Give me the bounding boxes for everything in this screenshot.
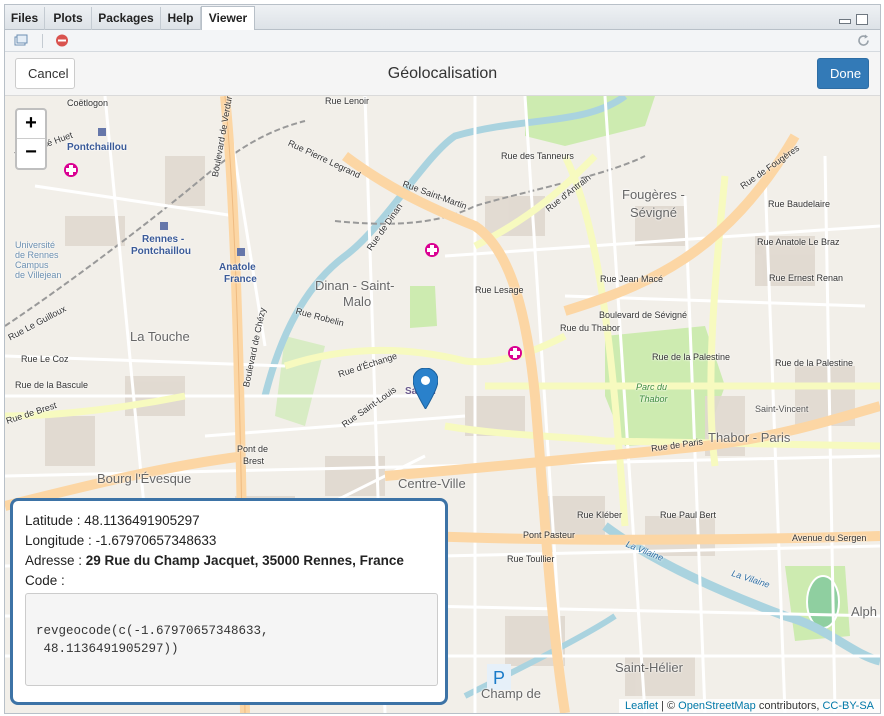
map-label: Université de Rennes Campus de Villejean: [15, 240, 62, 280]
map-label: Rue de la Bascule: [15, 380, 89, 390]
tab-viewer[interactable]: Viewer: [201, 6, 255, 31]
viewer-toolbar: [5, 30, 880, 52]
map-label: La Touche: [130, 329, 190, 344]
maximize-pane-icon[interactable]: [856, 14, 868, 25]
longitude-label: Longitude :: [25, 533, 96, 548]
map-label: Rue Anatole Le Braz: [757, 237, 840, 247]
done-button[interactable]: Done: [817, 58, 869, 89]
map-label: Bourg l'Évesque: [97, 471, 192, 486]
zoom-in-button[interactable]: +: [17, 110, 45, 139]
map-label: Centre-Ville: [398, 476, 466, 491]
map-label: Saint-Vincent: [755, 404, 809, 414]
map-label: Fougères -: [622, 187, 685, 202]
location-marker-icon[interactable]: [413, 368, 438, 409]
leaflet-link[interactable]: Leaflet: [625, 700, 658, 712]
map-label: Avenue du Sergen: [792, 533, 867, 543]
map-label: Malo: [343, 294, 372, 309]
minimize-pane-icon[interactable]: [839, 19, 851, 24]
license-link[interactable]: CC-BY-SA: [822, 700, 874, 712]
map-label: Rue des Tanneurs: [501, 151, 574, 161]
page-title: Géolocalisation: [387, 65, 498, 82]
stop-icon[interactable]: [55, 34, 69, 47]
map-label: Parc du: [636, 382, 668, 392]
tab-files[interactable]: Files: [5, 7, 45, 30]
map-label: Rue Le Coz: [21, 354, 69, 364]
map-label: Sévigné: [630, 205, 677, 220]
map-label: Dinan - Saint-: [315, 278, 395, 293]
zoom-out-button[interactable]: −: [17, 139, 45, 168]
map-label: Pont Pasteur: [523, 530, 576, 540]
longitude-value: -1.67970657348633: [95, 533, 217, 548]
map-attribution: Leaflet | © OpenStreetMap contributors, …: [618, 699, 880, 713]
attribution-contributors: contributors,: [755, 700, 823, 712]
latitude-row: Latitude : 48.1136491905297: [25, 511, 433, 531]
gadget-title-bar: Géolocalisation Cancel Done: [5, 52, 880, 96]
address-value: 29 Rue du Champ Jacquet, 35000 Rennes, F…: [85, 553, 404, 568]
map-label: Thabor - Paris: [708, 430, 791, 445]
map-label: Rennes -: [142, 234, 185, 245]
map-label: Pontchaillou: [131, 246, 191, 257]
map-label: Thabor: [639, 394, 668, 404]
location-popup: Latitude : 48.1136491905297 Longitude : …: [10, 498, 448, 705]
toolbar-separator: [42, 34, 43, 48]
map-label: Pontchaillou: [67, 142, 127, 153]
map-label: Rue Lenoir: [325, 96, 370, 106]
leaflet-map[interactable]: P Coëtlogon Pontchaillou Rennes - Pontch…: [5, 96, 880, 713]
map-label: Coëtlogon: [67, 98, 109, 108]
tab-help[interactable]: Help: [161, 7, 201, 30]
map-label: Rue Paul Bert: [660, 510, 717, 520]
code-label: Code :: [25, 573, 65, 588]
map-label: Rue Lesage: [475, 285, 524, 295]
address-row: Adresse : 29 Rue du Champ Jacquet, 35000…: [25, 551, 433, 571]
map-label: Rue Toullier: [507, 554, 555, 564]
map-label: France: [224, 274, 257, 285]
map-label: Champ de: [481, 686, 541, 701]
tab-packages[interactable]: Packages: [92, 7, 161, 30]
map-label: Rue du Thabor: [560, 323, 620, 333]
map-label: Pont de: [237, 444, 269, 454]
viewer-pane: Files Plots Packages Help Viewer Géoloca…: [4, 4, 881, 714]
map-label: Rue de la Palestine: [775, 358, 854, 368]
tab-plots[interactable]: Plots: [45, 7, 92, 30]
map-label: Rue Kléber: [577, 510, 623, 520]
address-label: Adresse :: [25, 553, 86, 568]
zoom-control: + −: [15, 108, 47, 170]
map-label: Saint-Hélier: [615, 660, 683, 675]
map-label: Brest: [243, 456, 265, 466]
openstreetmap-link[interactable]: OpenStreetMap: [678, 700, 756, 712]
map-label: Rue de la Palestine: [652, 352, 731, 362]
longitude-row: Longitude : -1.67970657348633: [25, 531, 433, 551]
pane-tab-bar: Files Plots Packages Help Viewer: [5, 5, 880, 31]
map-label: Rue Baudelaire: [768, 199, 831, 209]
refresh-icon[interactable]: [857, 34, 871, 47]
attribution-separator: | ©: [658, 700, 679, 712]
map-label: Rue Ernest Renan: [769, 273, 844, 283]
map-label: Boulevard de Sévigné: [599, 310, 688, 320]
map-label: Anatole: [219, 262, 256, 273]
map-label: Alph: [851, 604, 878, 619]
svg-text:P: P: [493, 668, 505, 688]
map-label: Rue Jean Macé: [600, 274, 664, 284]
show-in-window-icon[interactable]: [14, 34, 28, 47]
code-block[interactable]: revgeocode(c(-1.67970657348633, 48.11364…: [25, 593, 438, 686]
latitude-value: 48.1136491905297: [84, 513, 200, 528]
cancel-button[interactable]: Cancel: [15, 58, 75, 89]
latitude-label: Latitude :: [25, 513, 85, 528]
